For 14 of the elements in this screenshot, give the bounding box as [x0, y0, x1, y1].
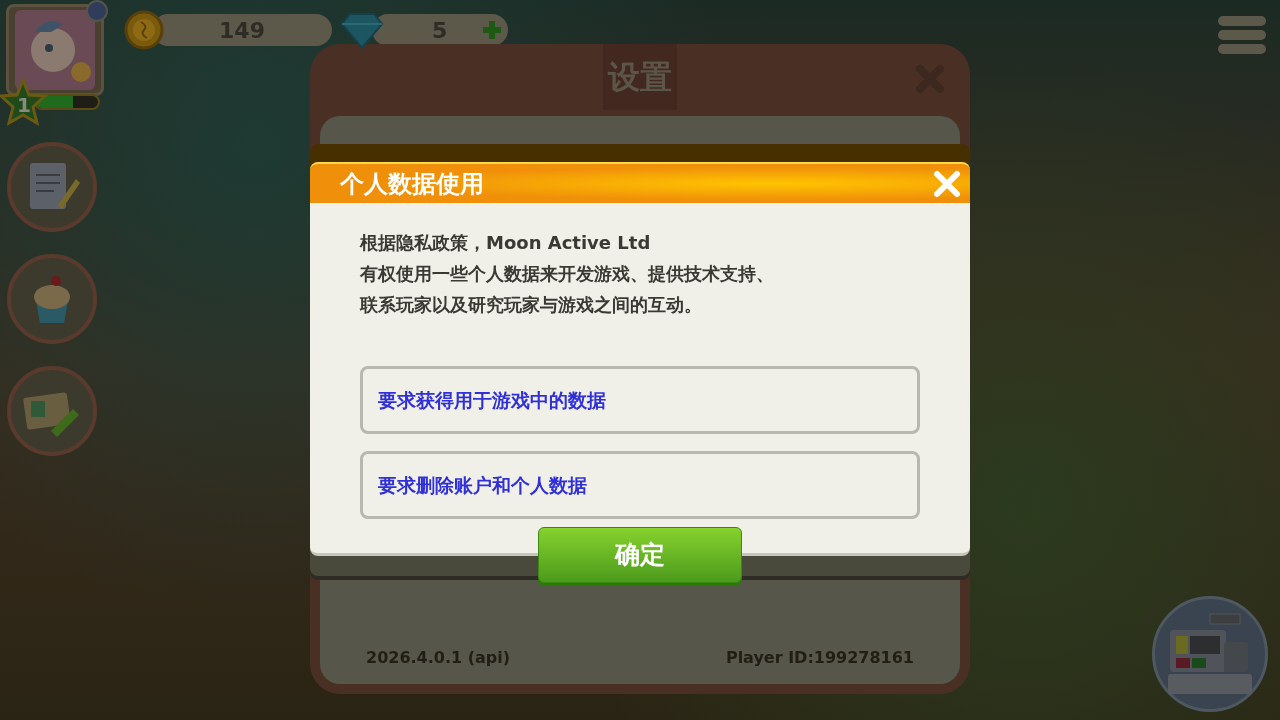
player-id-label: Player ID:199278161 [725, 647, 914, 669]
menu-icon [1218, 16, 1266, 54]
data-request-button[interactable]: 要求获得用于游戏中的数据 [360, 366, 920, 434]
star-icon [0, 78, 48, 126]
diamond-icon [340, 10, 384, 50]
coin-icon [124, 10, 164, 50]
data-request-button[interactable]: 要求删除账户和个人数据 [360, 451, 920, 519]
version-label: 2026.4.0.1 (api) [366, 647, 511, 669]
player-level: 1 [17, 94, 31, 116]
privacy-text: 根据隐私政策，Moon Active Ltd 有权使用一些个人数据来开发游戏、提供技术支持、 联系玩家以及研究玩家与游戏之间的互动。 [360, 231, 775, 317]
dialog-title: 个人数据使用 [340, 168, 484, 200]
avatar-frame[interactable] [6, 4, 104, 96]
close-icon [932, 168, 962, 199]
menu-button[interactable] [1218, 16, 1266, 54]
